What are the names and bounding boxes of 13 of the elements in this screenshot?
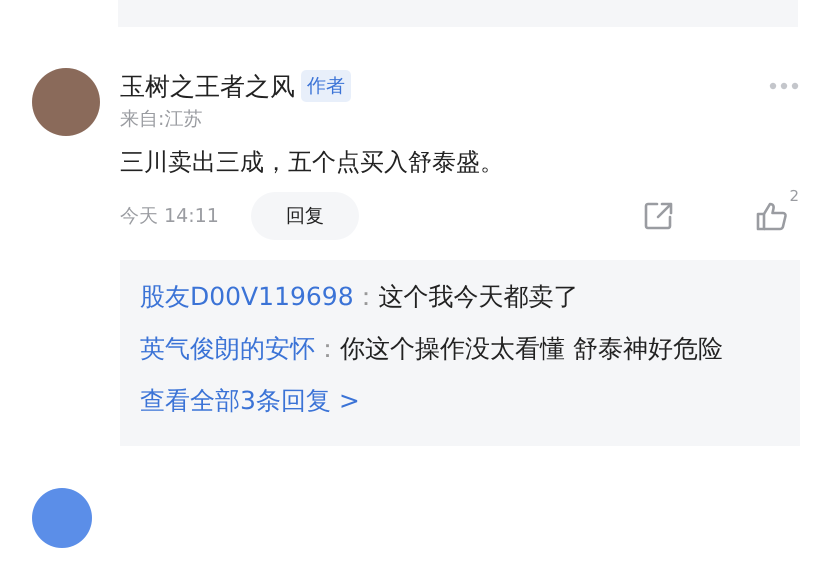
like-count: 2 [789, 187, 799, 205]
comment-time: 今天 14:11 [120, 204, 219, 229]
author-badge: 作者 [301, 70, 351, 102]
location-text: 来自:江苏 [120, 107, 204, 132]
share-icon[interactable] [644, 201, 674, 231]
reply-text: 英气俊朗的安怀：你这个操作没太看懂 舒泰神好危险 [140, 333, 724, 365]
more-icon[interactable] [769, 82, 799, 90]
reply-text: 股友D00V119698：这个我今天都卖了 [140, 281, 580, 313]
comment-text: 三川卖出三成，五个点买入舒泰盛。 [120, 147, 505, 178]
view-all-replies-link[interactable]: 查看全部3条回复 > [140, 386, 360, 415]
author-name[interactable]: 玉树之王者之风 [120, 70, 295, 102]
thumbs-up-icon[interactable] [756, 201, 788, 231]
reply-button[interactable]: 回复 [250, 192, 359, 240]
